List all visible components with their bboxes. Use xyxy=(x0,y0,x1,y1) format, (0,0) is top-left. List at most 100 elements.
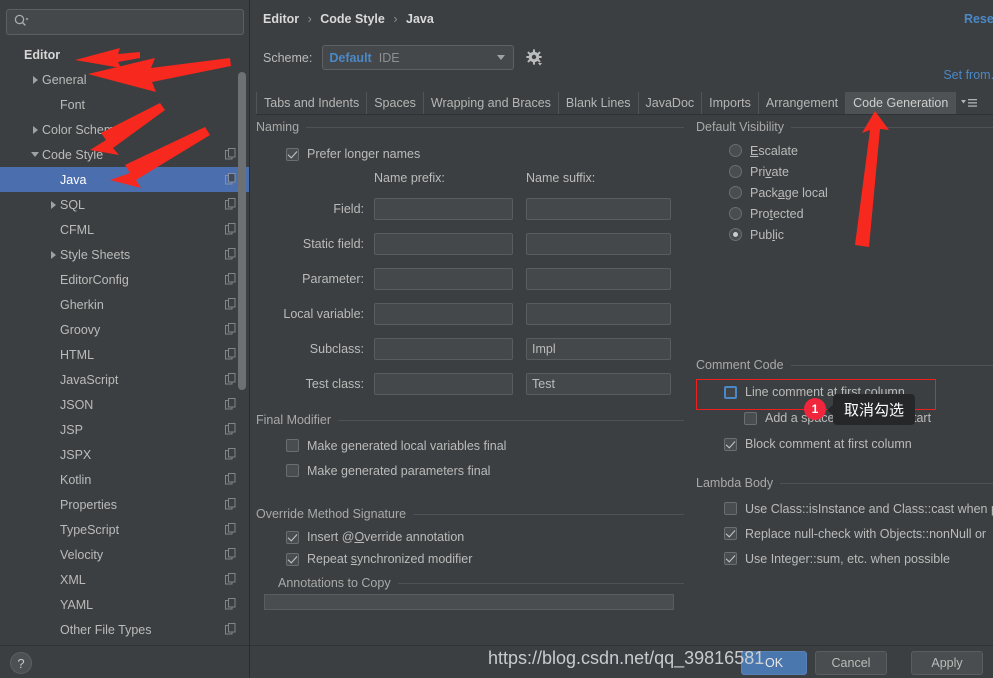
copy-scheme-icon[interactable] xyxy=(225,623,236,638)
checkbox-row[interactable]: Use Integer::sum, etc. when possible xyxy=(724,546,993,571)
checkbox[interactable] xyxy=(724,527,737,540)
set-from-link[interactable]: Set from... xyxy=(943,68,993,82)
sidebar-item-jspx[interactable]: JSPX xyxy=(0,442,249,467)
sidebar-item-xml[interactable]: XML xyxy=(0,567,249,592)
tab-overflow-button[interactable] xyxy=(956,92,982,114)
checkbox[interactable] xyxy=(724,385,737,399)
name-prefix-input[interactable] xyxy=(374,232,513,255)
sidebar-item-typescript[interactable]: TypeScript xyxy=(0,517,249,542)
radio-row[interactable]: Protected xyxy=(729,203,993,224)
name-suffix-input[interactable] xyxy=(526,337,671,360)
breadcrumb-item-1[interactable]: Code Style xyxy=(320,12,385,26)
copy-scheme-icon[interactable] xyxy=(225,198,236,213)
tab-code-generation[interactable]: Code Generation xyxy=(846,92,957,114)
copy-scheme-icon[interactable] xyxy=(225,323,236,338)
sidebar-item-color-scheme[interactable]: Color Scheme xyxy=(0,117,249,142)
name-suffix-input[interactable] xyxy=(526,372,671,395)
sidebar-item-font[interactable]: Font xyxy=(0,92,249,117)
tab-arrangement[interactable]: Arrangement xyxy=(759,92,847,114)
default-visibility-options[interactable]: Escalate Private Package local Protected Pub… xyxy=(696,140,993,245)
tab-wrapping-and-braces[interactable]: Wrapping and Braces xyxy=(424,92,559,114)
checkbox[interactable] xyxy=(724,552,737,565)
sidebar-item-yaml[interactable]: YAML xyxy=(0,592,249,617)
radio-button[interactable] xyxy=(729,207,742,220)
chevron-right-icon[interactable] xyxy=(28,67,42,92)
name-prefix-input[interactable] xyxy=(374,197,513,220)
copy-scheme-icon[interactable] xyxy=(225,573,236,588)
prefer-longer-names-checkbox[interactable] xyxy=(286,147,299,161)
search-input[interactable] xyxy=(35,15,225,29)
sidebar-item-java[interactable]: Java xyxy=(0,167,249,192)
tab-blank-lines[interactable]: Blank Lines xyxy=(559,92,639,114)
sidebar-item-html[interactable]: HTML xyxy=(0,342,249,367)
radio-button[interactable] xyxy=(729,228,742,241)
copy-scheme-icon[interactable] xyxy=(225,223,236,238)
tab-imports[interactable]: Imports xyxy=(702,92,759,114)
sidebar-item-groovy[interactable]: Groovy xyxy=(0,317,249,342)
checkbox[interactable] xyxy=(286,464,299,477)
name-suffix-input[interactable] xyxy=(526,232,671,255)
sidebar-item-other-file-types[interactable]: Other File Types xyxy=(0,617,249,638)
radio-row[interactable]: Private xyxy=(729,161,993,182)
sidebar-item-json[interactable]: JSON xyxy=(0,392,249,417)
checkbox[interactable] xyxy=(286,530,299,544)
ok-button[interactable]: OK xyxy=(741,651,807,675)
chevron-down-icon[interactable] xyxy=(28,142,42,167)
settings-tree[interactable]: Editor General Font Color Scheme Code Style J… xyxy=(0,42,249,638)
checkbox[interactable] xyxy=(744,411,757,425)
checkbox-row[interactable]: Repeat synchronized modifier xyxy=(286,548,684,570)
sidebar-item-properties[interactable]: Properties xyxy=(0,492,249,517)
sidebar-item-velocity[interactable]: Velocity xyxy=(0,542,249,567)
name-prefix-input[interactable] xyxy=(374,267,513,290)
copy-scheme-icon[interactable] xyxy=(225,373,236,388)
checkbox-row[interactable]: Replace null-check with Objects::nonNull… xyxy=(724,521,993,546)
radio-button[interactable] xyxy=(729,165,742,178)
copy-scheme-icon[interactable] xyxy=(225,498,236,513)
checkbox-row[interactable]: Use Class::isInstance and Class::cast wh… xyxy=(724,496,993,521)
copy-scheme-icon[interactable] xyxy=(225,173,236,188)
copy-scheme-icon[interactable] xyxy=(225,298,236,313)
sidebar-item-gherkin[interactable]: Gherkin xyxy=(0,292,249,317)
copy-scheme-icon[interactable] xyxy=(225,548,236,563)
breadcrumb-item-2[interactable]: Java xyxy=(406,12,434,26)
name-suffix-input[interactable] xyxy=(526,197,671,220)
chevron-right-icon[interactable] xyxy=(28,117,42,142)
sidebar-item-style-sheets[interactable]: Style Sheets xyxy=(0,242,249,267)
radio-button[interactable] xyxy=(729,186,742,199)
tab-javadoc[interactable]: JavaDoc xyxy=(639,92,703,114)
name-suffix-input[interactable] xyxy=(526,267,671,290)
copy-scheme-icon[interactable] xyxy=(225,473,236,488)
radio-button[interactable] xyxy=(729,144,742,157)
checkbox-row[interactable]: Block comment at first column xyxy=(724,431,993,457)
checkbox[interactable] xyxy=(286,552,299,566)
copy-scheme-icon[interactable] xyxy=(225,398,236,413)
sidebar-item-sql[interactable]: SQL xyxy=(0,192,249,217)
copy-scheme-icon[interactable] xyxy=(225,598,236,613)
sidebar-item-general[interactable]: General xyxy=(0,67,249,92)
sidebar-scrollbar-thumb[interactable] xyxy=(238,72,246,390)
name-suffix-input[interactable] xyxy=(526,302,671,325)
chevron-right-icon[interactable] xyxy=(46,242,60,267)
chevron-right-icon[interactable] xyxy=(46,192,60,217)
checkbox-row[interactable]: Make generated parameters final xyxy=(286,458,684,483)
sidebar-item-cfml[interactable]: CFML xyxy=(0,217,249,242)
sidebar-item-code-style[interactable]: Code Style xyxy=(0,142,249,167)
sidebar-item-javascript[interactable]: JavaScript xyxy=(0,367,249,392)
tab-spaces[interactable]: Spaces xyxy=(367,92,424,114)
breadcrumb-item-0[interactable]: Editor xyxy=(263,12,299,26)
name-prefix-input[interactable] xyxy=(374,302,513,325)
reset-link[interactable]: Reset xyxy=(964,12,993,26)
apply-button[interactable]: Apply xyxy=(911,651,983,675)
copy-scheme-icon[interactable] xyxy=(225,248,236,263)
tab-tabs-and-indents[interactable]: Tabs and Indents xyxy=(256,92,368,114)
checkbox-row[interactable]: Insert @Override annotation xyxy=(286,526,684,548)
prefer-longer-names-row[interactable]: Prefer longer names xyxy=(286,143,684,165)
sidebar-item-kotlin[interactable]: Kotlin xyxy=(0,467,249,492)
checkbox[interactable] xyxy=(286,439,299,452)
copy-scheme-icon[interactable] xyxy=(225,423,236,438)
radio-row[interactable]: Escalate xyxy=(729,140,993,161)
checkbox[interactable] xyxy=(724,502,737,515)
cancel-button[interactable]: Cancel xyxy=(815,651,887,675)
name-prefix-input[interactable] xyxy=(374,372,513,395)
sidebar-item-editorconfig[interactable]: EditorConfig xyxy=(0,267,249,292)
